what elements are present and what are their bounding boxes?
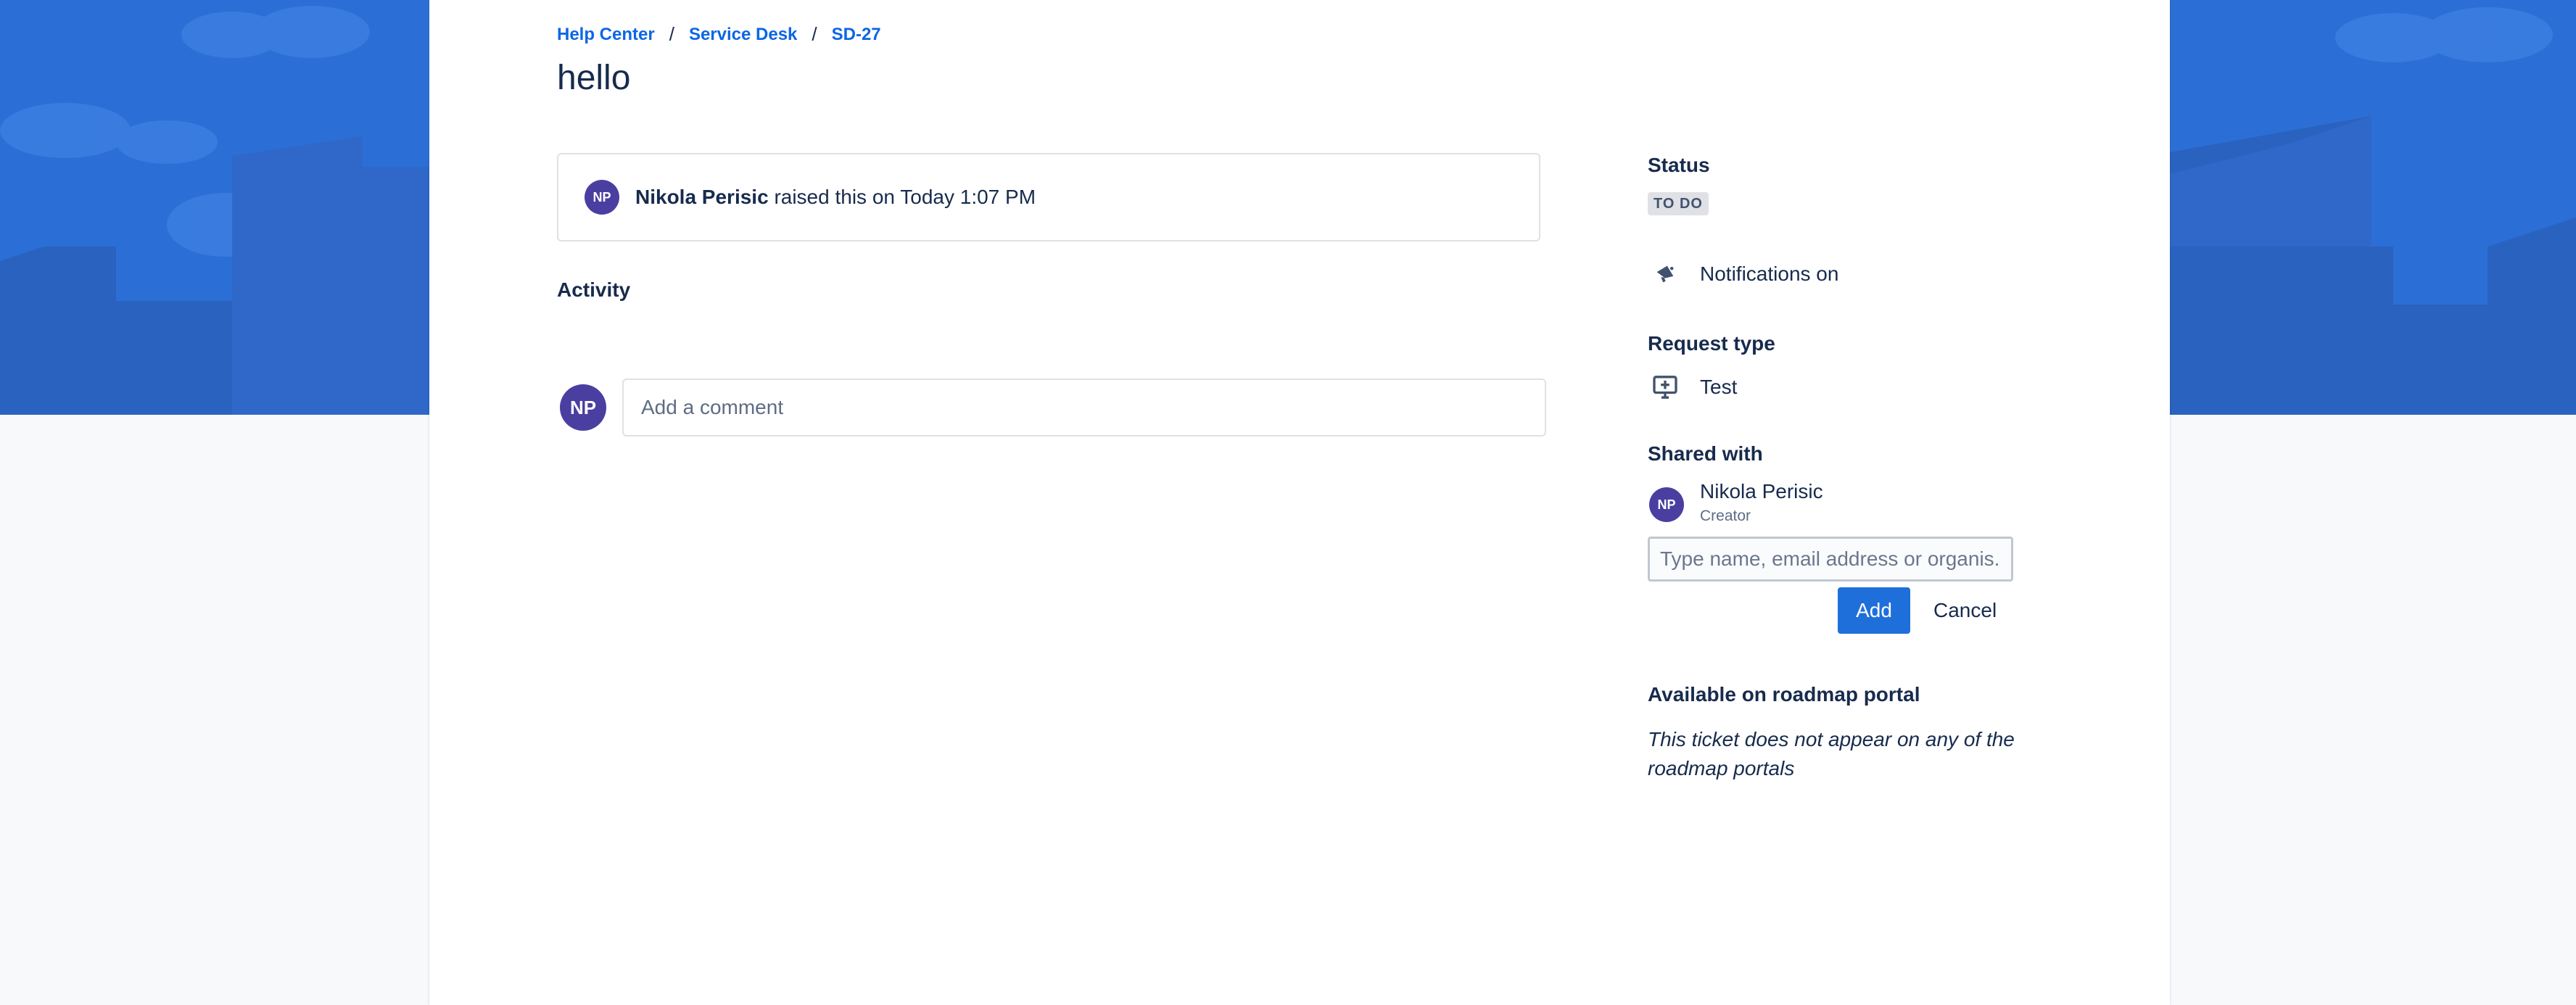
breadcrumb-help-center[interactable]: Help Center bbox=[557, 25, 655, 45]
avatar: NP bbox=[560, 384, 606, 431]
breadcrumb-separator: / bbox=[812, 23, 817, 45]
cancel-button[interactable]: Cancel bbox=[1923, 587, 2007, 634]
avatar: NP bbox=[585, 180, 619, 215]
request-type-value: Test bbox=[1700, 376, 1738, 398]
raised-by-text: Nikola Perisic raised this on Today 1:07… bbox=[635, 186, 1036, 209]
shared-user-name: Nikola Perisic bbox=[1700, 480, 1823, 502]
comment-composer: NP bbox=[560, 379, 1546, 437]
breadcrumb-issue-key[interactable]: SD-27 bbox=[832, 25, 881, 45]
notifications-toggle[interactable]: Notifications on bbox=[1649, 258, 1838, 290]
breadcrumb: Help Center / Service Desk / SD-27 bbox=[557, 23, 881, 46]
monitor-plus-icon bbox=[1649, 371, 1681, 403]
add-button[interactable]: Add bbox=[1838, 587, 1910, 634]
request-content: Help Center / Service Desk / SD-27 hello… bbox=[557, 0, 2044, 1005]
breadcrumb-service-desk[interactable]: Service Desk bbox=[689, 25, 797, 45]
reporter-name: Nikola Perisic bbox=[635, 186, 769, 208]
page-title: hello bbox=[557, 59, 631, 97]
shared-with-label: Shared with bbox=[1648, 442, 1763, 465]
request-card: Help Center / Service Desk / SD-27 hello… bbox=[429, 0, 2170, 1005]
share-with-input[interactable] bbox=[1648, 537, 2013, 582]
raised-timestamp: raised this on Today 1:07 PM bbox=[774, 186, 1036, 208]
comment-input[interactable] bbox=[622, 379, 1546, 437]
request-raised-box: NP Nikola Perisic raised this on Today 1… bbox=[557, 153, 1540, 241]
request-type: Test bbox=[1649, 371, 1737, 403]
breadcrumb-separator: / bbox=[669, 23, 674, 45]
shared-user: NP Nikola Perisic Creator bbox=[1649, 479, 1823, 525]
request-type-label: Request type bbox=[1648, 332, 1775, 355]
notifications-label: Notifications on bbox=[1700, 262, 1839, 285]
shared-user-role: Creator bbox=[1700, 508, 1751, 524]
avatar: NP bbox=[1649, 487, 1684, 522]
status-label: Status bbox=[1648, 154, 1710, 176]
roadmap-message: This ticket does not appear on any of th… bbox=[1648, 728, 2015, 779]
status-badge: TO DO bbox=[1648, 192, 1709, 215]
shared-user-details: Nikola Perisic Creator bbox=[1700, 479, 1823, 525]
activity-heading: Activity bbox=[557, 278, 631, 301]
megaphone-icon bbox=[1649, 258, 1681, 290]
roadmap-label: Available on roadmap portal bbox=[1648, 683, 1920, 706]
